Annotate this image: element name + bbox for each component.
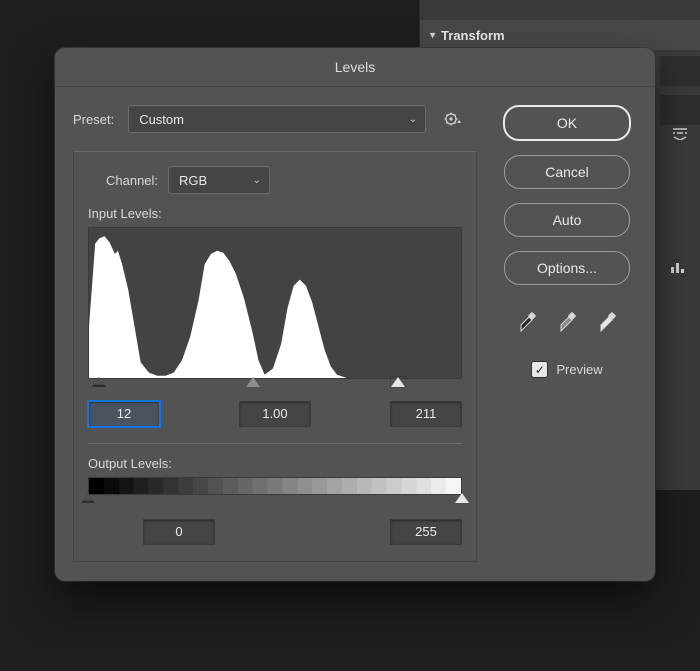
options-button[interactable]: Options... [504, 251, 630, 285]
input-white-field[interactable]: 211 [390, 401, 462, 427]
output-white-field[interactable]: 255 [390, 519, 462, 545]
transform-section-label: Transform [441, 28, 505, 43]
input-black-slider[interactable] [92, 377, 106, 387]
white-point-eyedropper-icon[interactable] [597, 309, 617, 333]
channel-label: Channel: [106, 173, 158, 188]
preset-select[interactable]: Custom ⌄ [128, 105, 426, 133]
input-midtone-field[interactable]: 1.00 [239, 401, 311, 427]
output-gradient[interactable] [88, 477, 462, 495]
preview-checkbox[interactable]: ✓ [531, 361, 548, 378]
ok-button[interactable]: OK [503, 105, 631, 141]
input-slider-track[interactable] [88, 379, 462, 393]
gray-point-eyedropper-icon[interactable] [557, 309, 577, 333]
histogram-icon[interactable] [670, 260, 688, 274]
chevron-down-icon: ⌄ [409, 114, 417, 125]
output-slider-track[interactable] [88, 495, 462, 509]
eyedropper-group [517, 309, 617, 333]
output-white-slider[interactable] [455, 493, 469, 503]
separator [88, 443, 462, 444]
channel-value: RGB [179, 173, 207, 188]
input-levels-label: Input Levels: [88, 206, 462, 221]
input-white-slider[interactable] [391, 377, 405, 387]
dialog-title: Levels [335, 59, 375, 75]
auto-button[interactable]: Auto [504, 203, 630, 237]
chevron-down-icon: ⌄ [253, 175, 261, 186]
output-black-field[interactable]: 0 [143, 519, 215, 545]
preset-value: Custom [139, 112, 184, 127]
panel-tab-strip [660, 95, 700, 125]
channel-select[interactable]: RGB ⌄ [168, 166, 270, 194]
histogram-graph [89, 228, 461, 379]
output-black-slider[interactable] [81, 493, 95, 503]
transform-section-header[interactable]: ▸ Transform [420, 20, 700, 50]
input-black-field[interactable]: 12 [88, 401, 160, 427]
histogram[interactable] [88, 227, 462, 379]
panel-menu-icon[interactable] [672, 128, 688, 140]
output-levels-label: Output Levels: [88, 456, 462, 471]
preset-menu-gear-icon[interactable] [440, 112, 466, 126]
levels-dialog: Levels Preset: Custom ⌄ Channel: RGB ⌄ [55, 48, 655, 581]
black-point-eyedropper-icon[interactable] [517, 309, 537, 333]
input-midtone-slider[interactable] [246, 377, 260, 387]
preview-label: Preview [556, 362, 602, 377]
preset-label: Preset: [73, 112, 114, 127]
levels-fieldset: Channel: RGB ⌄ Input Levels: [73, 151, 477, 562]
chevron-down-icon: ▸ [427, 32, 438, 37]
cancel-button[interactable]: Cancel [504, 155, 630, 189]
dialog-titlebar[interactable]: Levels [55, 48, 655, 87]
panel-tab-strip [660, 56, 700, 86]
